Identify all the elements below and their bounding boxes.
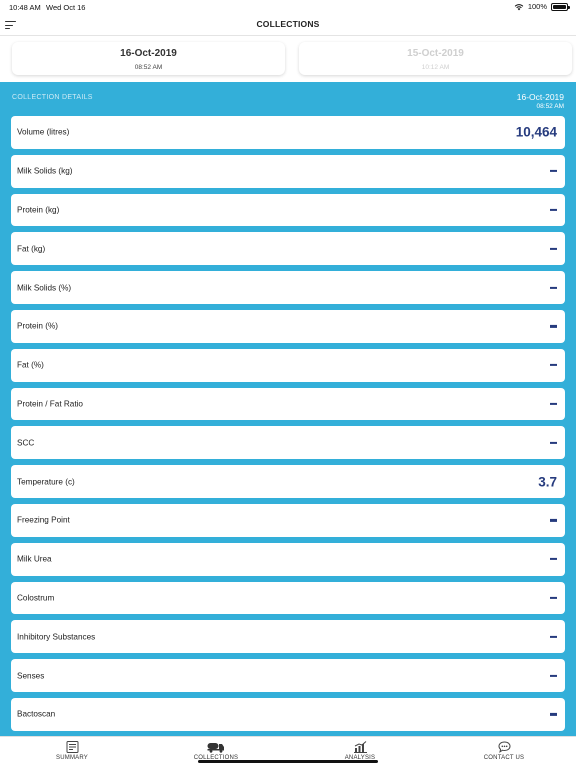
no-value-dash-icon — [550, 325, 557, 328]
detail-label: Temperature (c) — [17, 477, 75, 487]
wifi-icon — [514, 3, 524, 10]
no-value-dash-icon — [550, 713, 557, 716]
detail-label: Protein / Fat Ratio — [17, 399, 83, 409]
detail-value: 10,464 — [515, 124, 557, 140]
battery-percent: 100% — [527, 2, 547, 11]
detail-row[interactable]: Inhibitory Substances — [11, 620, 565, 654]
no-value-dash-icon — [550, 170, 557, 173]
no-value-dash-icon — [550, 208, 557, 212]
no-value-dash-icon — [550, 674, 557, 677]
detail-row[interactable]: Bactoscan — [11, 697, 565, 731]
detail-row[interactable]: Freezing Point — [11, 503, 565, 537]
detail-label: Senses — [17, 671, 45, 681]
detail-label: Milk Solids (kg) — [17, 166, 73, 176]
status-bar: 10:48 AM Wed Oct 16 100% — [0, 0, 576, 14]
tab-analysis[interactable]: ANALYSIS — [288, 737, 432, 768]
no-value-dash-icon — [550, 596, 557, 600]
nav-bar: COLLECTIONS — [0, 14, 576, 36]
details-list: Volume (litres) 10,464 Milk Solids (kg) Pro… — [11, 116, 565, 737]
chat-icon — [497, 741, 511, 753]
detail-label: Bactoscan — [17, 709, 56, 719]
date-selector: 16-Oct-2019 08:52 AM 15-Oct-2019 10:12 A… — [0, 36, 576, 82]
tab-label: SUMMARY — [56, 755, 88, 761]
detail-row[interactable]: SCC — [11, 426, 565, 460]
detail-row[interactable]: Milk Urea — [11, 542, 565, 576]
date-tab-date: 15-Oct-2019 — [407, 48, 464, 59]
summary-icon — [66, 741, 78, 753]
tab-summary[interactable]: SUMMARY — [0, 737, 144, 768]
detail-label: Protein (kg) — [17, 205, 60, 215]
date-tab-selected[interactable]: 16-Oct-2019 08:52 AM — [12, 42, 285, 75]
collection-details-panel: COLLECTION DETAILS 16-Oct-2019 08:52 AM … — [0, 82, 576, 736]
detail-label: Volume (litres) — [17, 127, 70, 137]
home-indicator — [198, 760, 378, 763]
details-datetime: 16-Oct-2019 08:52 AM — [517, 92, 564, 110]
page-title: COLLECTIONS — [256, 19, 320, 29]
section-header: COLLECTION DETAILS — [12, 94, 93, 101]
detail-row[interactable]: Milk Solids (kg) — [11, 154, 565, 188]
detail-row[interactable]: Protein (%) — [11, 309, 565, 343]
detail-label: Colostrum — [17, 593, 55, 603]
tab-contact-us[interactable]: CONTACT US — [432, 737, 576, 768]
battery-icon — [551, 2, 570, 11]
no-value-dash-icon — [550, 286, 557, 289]
detail-label: Protein (%) — [17, 321, 58, 331]
detail-label: Milk Solids (%) — [17, 283, 72, 293]
detail-row[interactable]: Temperature (c) 3.7 — [11, 465, 565, 498]
detail-value: 3.7 — [538, 474, 557, 490]
details-time: 08:52 AM — [536, 103, 564, 110]
chart-icon — [353, 741, 367, 753]
tab-collections[interactable]: COLLECTIONS — [144, 737, 288, 768]
no-value-dash-icon — [550, 635, 557, 638]
date-tab-date: 16-Oct-2019 — [120, 48, 177, 59]
no-value-dash-icon — [550, 441, 557, 444]
detail-label: Fat (kg) — [17, 244, 46, 254]
detail-row[interactable]: Protein / Fat Ratio — [11, 387, 565, 421]
detail-row[interactable]: Protein (kg) — [11, 193, 565, 227]
status-time: 10:48 AM — [9, 3, 41, 12]
detail-row[interactable]: Fat (%) — [11, 348, 565, 382]
no-value-dash-icon — [550, 558, 557, 561]
detail-row[interactable]: Fat (kg) — [11, 232, 565, 266]
no-value-dash-icon — [550, 364, 557, 367]
tab-label: CONTACT US — [483, 755, 525, 761]
tab-bar: SUMMARY COLLECTIONS ANALYSIS CONTACT US — [0, 736, 576, 768]
detail-label: Inhibitory Substances — [17, 632, 96, 642]
no-value-dash-icon — [550, 247, 557, 250]
date-tab-time: 08:52 AM — [134, 64, 163, 71]
detail-label: Freezing Point — [17, 515, 70, 525]
no-value-dash-icon — [550, 402, 557, 406]
detail-row[interactable]: Volume (litres) 10,464 — [11, 116, 565, 149]
detail-label: Fat (%) — [17, 360, 44, 370]
date-tab-time: 10:12 AM — [421, 64, 450, 71]
detail-label: Milk Urea — [17, 554, 52, 564]
details-date: 16-Oct-2019 — [516, 92, 564, 102]
detail-label: SCC — [17, 438, 35, 448]
no-value-dash-icon — [550, 519, 557, 522]
truck-icon — [207, 743, 224, 753]
date-tab-previous[interactable]: 15-Oct-2019 10:12 AM — [299, 42, 572, 75]
detail-row[interactable]: Senses — [11, 659, 565, 692]
detail-row[interactable]: Colostrum — [11, 581, 565, 615]
status-date: Wed Oct 16 — [46, 3, 86, 12]
status-right: 100% — [514, 2, 570, 11]
detail-row[interactable]: Milk Solids (%) — [11, 271, 565, 304]
